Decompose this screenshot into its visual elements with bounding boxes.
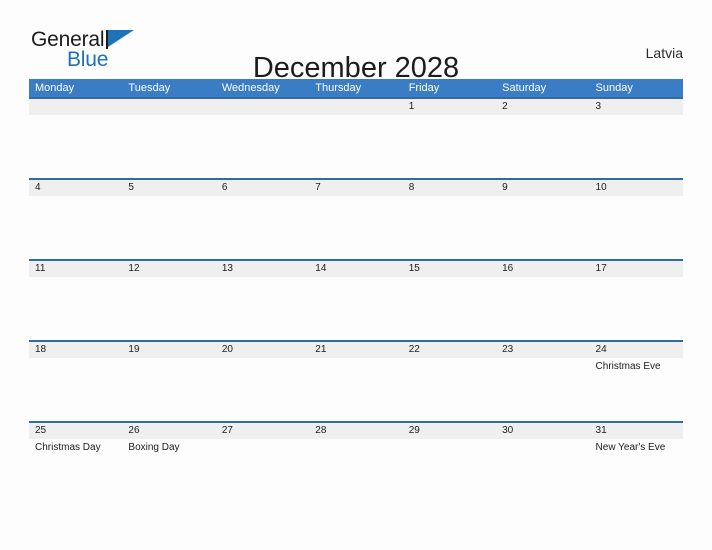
week-date-band: 25 26 27 28 29 30 31 (29, 421, 683, 439)
day-event (216, 358, 309, 373)
day-event: Christmas Day (35, 442, 101, 453)
day-number[interactable]: 26 (122, 423, 215, 439)
day-number[interactable]: 30 (496, 423, 589, 439)
day-number[interactable]: 25 (29, 423, 122, 439)
logo-text-general: General (31, 28, 105, 51)
day-number[interactable]: 9 (496, 180, 589, 196)
day-number[interactable] (122, 99, 215, 115)
week-event-band: Christmas Eve (29, 358, 683, 373)
week-event-band (29, 277, 683, 280)
day-number[interactable]: 21 (309, 342, 402, 358)
day-event (216, 115, 309, 118)
day-number[interactable]: 1 (403, 99, 496, 115)
day-number[interactable]: 20 (216, 342, 309, 358)
day-event (309, 439, 402, 454)
logo-flag-icon (108, 30, 134, 47)
day-event (309, 196, 402, 199)
day-event (403, 439, 496, 454)
region-label: Latvia (645, 45, 683, 61)
day-number[interactable]: 22 (403, 342, 496, 358)
weekday-header-friday: Friday (408, 82, 440, 94)
day-number[interactable] (216, 99, 309, 115)
weekday-header-sunday: Sunday (595, 82, 633, 94)
day-number[interactable]: 18 (29, 342, 122, 358)
day-event (122, 277, 215, 280)
day-number[interactable]: 7 (309, 180, 402, 196)
day-event (496, 439, 589, 454)
day-event (590, 277, 683, 280)
page-header: General Blue December 2028 Latvia (0, 0, 712, 84)
day-number[interactable]: 14 (309, 261, 402, 277)
day-event: Boxing Day (128, 442, 180, 453)
day-event (496, 196, 589, 199)
day-number[interactable]: 23 (496, 342, 589, 358)
day-event (29, 115, 122, 118)
week-event-band: Christmas Day Boxing Day New Year's Eve (29, 439, 683, 454)
day-number[interactable]: 8 (403, 180, 496, 196)
day-event (496, 358, 589, 373)
day-event (403, 115, 496, 118)
day-number[interactable]: 19 (122, 342, 215, 358)
day-number[interactable]: 31 (590, 423, 683, 439)
day-event (403, 358, 496, 373)
day-event (309, 358, 402, 373)
day-number[interactable]: 12 (122, 261, 215, 277)
day-number[interactable]: 27 (216, 423, 309, 439)
day-event (122, 196, 215, 199)
day-event (216, 196, 309, 199)
weekday-header-saturday: Saturday (502, 82, 547, 94)
day-number[interactable]: 29 (403, 423, 496, 439)
weekday-header-wednesday: Wednesday (221, 82, 280, 94)
day-event (590, 115, 683, 118)
day-event (496, 277, 589, 280)
week-event-band (29, 115, 683, 118)
day-event (403, 196, 496, 199)
day-number[interactable]: 3 (590, 99, 683, 115)
day-event (309, 115, 402, 118)
day-event (496, 115, 589, 118)
day-event (29, 358, 122, 373)
day-number[interactable]: 5 (122, 180, 215, 196)
day-event (590, 196, 683, 199)
week-row: 11 12 13 14 15 16 17 (29, 259, 683, 340)
week-date-band: 4 5 6 7 8 9 10 (29, 178, 683, 196)
week-row: 4 5 6 7 8 9 10 (29, 178, 683, 259)
day-number[interactable]: 15 (403, 261, 496, 277)
day-number[interactable] (29, 99, 122, 115)
day-event (216, 277, 309, 280)
day-event (29, 196, 122, 199)
week-date-band: 18 19 20 21 22 23 24 (29, 340, 683, 358)
week-event-band (29, 196, 683, 199)
day-number[interactable]: 4 (29, 180, 122, 196)
weekday-header-monday: Monday (35, 82, 75, 94)
day-event (29, 277, 122, 280)
day-number[interactable]: 17 (590, 261, 683, 277)
weekday-header-thursday: Thursday (315, 82, 362, 94)
day-number[interactable]: 28 (309, 423, 402, 439)
day-number[interactable]: 16 (496, 261, 589, 277)
week-row: 18 19 20 21 22 23 24 Christmas Eve (29, 340, 683, 421)
day-event: New Year's Eve (595, 442, 666, 453)
week-row: 1 2 3 (29, 97, 683, 178)
day-number[interactable]: 13 (216, 261, 309, 277)
day-number[interactable]: 24 (590, 342, 683, 358)
day-number[interactable]: 2 (496, 99, 589, 115)
day-number[interactable]: 11 (29, 261, 122, 277)
day-event: Christmas Eve (595, 361, 661, 372)
week-date-band: 1 2 3 (29, 97, 683, 115)
week-date-band: 11 12 13 14 15 16 17 (29, 259, 683, 277)
day-event (403, 277, 496, 280)
day-event (216, 439, 309, 454)
day-event (122, 115, 215, 118)
day-number[interactable]: 6 (216, 180, 309, 196)
weekday-header-row: Monday Tuesday Wednesday Thursday Friday… (29, 79, 683, 97)
calendar-page: General Blue December 2028 Latvia Monday… (0, 0, 712, 550)
week-row: 25 26 27 28 29 30 31 Christmas Day Boxin… (29, 421, 683, 481)
day-event (122, 358, 215, 373)
day-number[interactable] (309, 99, 402, 115)
day-number[interactable]: 10 (590, 180, 683, 196)
calendar-grid: Monday Tuesday Wednesday Thursday Friday… (29, 79, 683, 481)
day-event (309, 277, 402, 280)
weekday-header-tuesday: Tuesday (128, 82, 171, 94)
